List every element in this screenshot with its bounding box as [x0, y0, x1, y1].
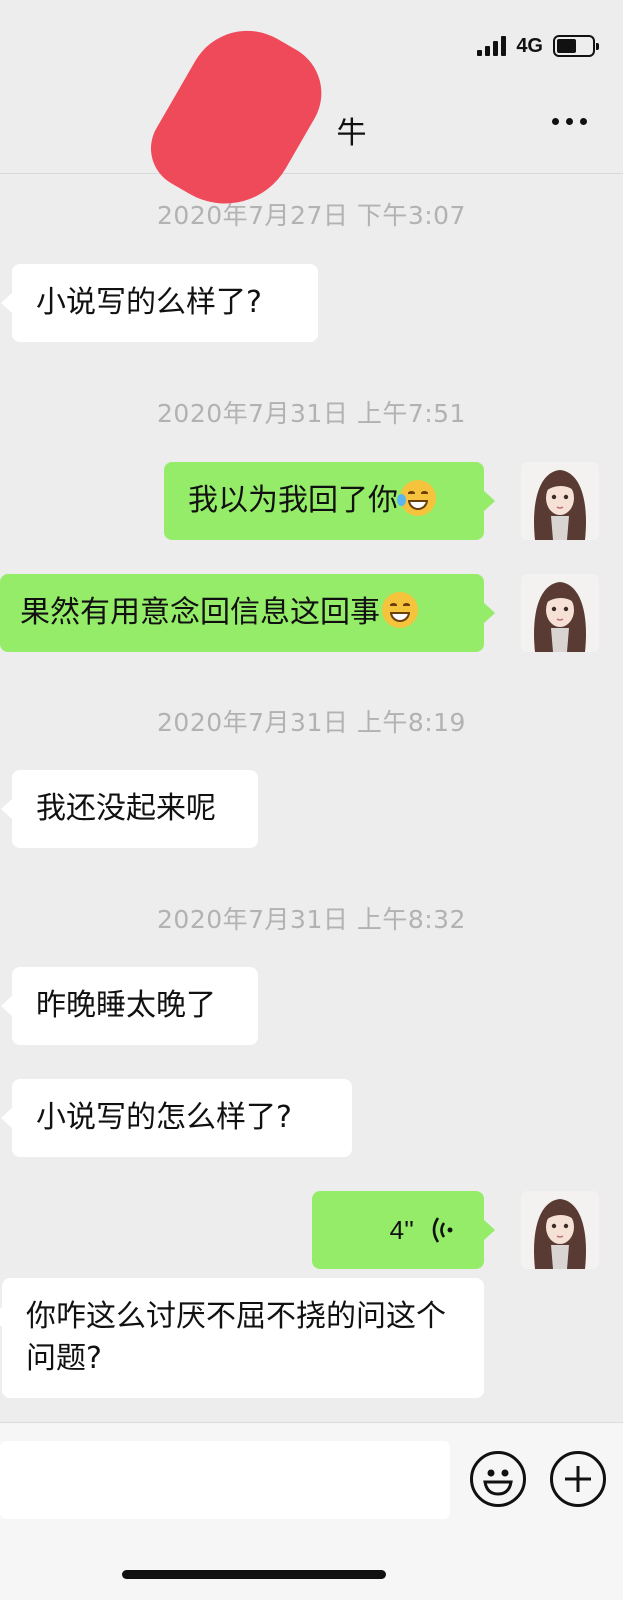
voice-message-bubble[interactable]: 4'' [312, 1191, 495, 1269]
message-text: 果然有用意念回信息这回事 [20, 595, 380, 630]
message-text: 小说写的怎么样了? [36, 1100, 292, 1135]
grinning-emoji-icon [382, 592, 418, 628]
avatar[interactable] [521, 1191, 599, 1269]
message-bubble-incoming[interactable]: 昨晚睡太晚了 [1, 967, 258, 1045]
smiley-icon[interactable] [470, 1451, 526, 1507]
laughing-tears-emoji-icon [397, 480, 436, 516]
battery-icon [553, 35, 599, 57]
network-type: 4G [516, 34, 543, 57]
message-bubble-outgoing[interactable]: 果然有用意念回信息这回事 [0, 574, 495, 652]
voice-wave-icon [432, 1217, 453, 1243]
status-indicators: 4G [477, 33, 599, 59]
message-text: 昨晚睡太晚了 [36, 988, 216, 1023]
timestamp: 2020年7月31日 上午8:32 [157, 905, 466, 934]
message-text: 我还没起来呢 [36, 791, 216, 826]
avatar[interactable] [521, 462, 599, 540]
home-indicator[interactable] [122, 1570, 386, 1579]
timestamp: 2020年7月31日 上午8:19 [157, 708, 466, 737]
more-dots-icon[interactable] [552, 118, 587, 125]
message-text: 我以为我回了你 [188, 483, 398, 518]
voice-duration: 4'' [389, 1215, 414, 1245]
timestamp: 2020年7月27日 下午3:07 [157, 201, 466, 230]
signal-icon [477, 36, 507, 56]
timestamp: 2020年7月31日 上午7:51 [157, 399, 466, 428]
message-bubble-incoming[interactable]: 小说写的怎么样了? [1, 1079, 352, 1157]
message-bubble-incoming[interactable]: 你咋这么讨厌不屈不挠的问这个问题? [0, 1278, 484, 1398]
message-bubble-outgoing[interactable]: 我以为我回了你 [164, 462, 495, 540]
message-text: 小说写的么样了? [36, 285, 262, 320]
message-bubble-incoming[interactable]: 我还没起来呢 [1, 770, 258, 848]
message-bubble-incoming[interactable]: 小说写的么样了? [1, 264, 318, 342]
message-text: 你咋这么讨厌不屈不挠的问这个问题? [26, 1299, 446, 1376]
message-input[interactable] [0, 1441, 450, 1519]
plus-icon[interactable] [550, 1451, 606, 1507]
avatar[interactable] [521, 574, 599, 652]
